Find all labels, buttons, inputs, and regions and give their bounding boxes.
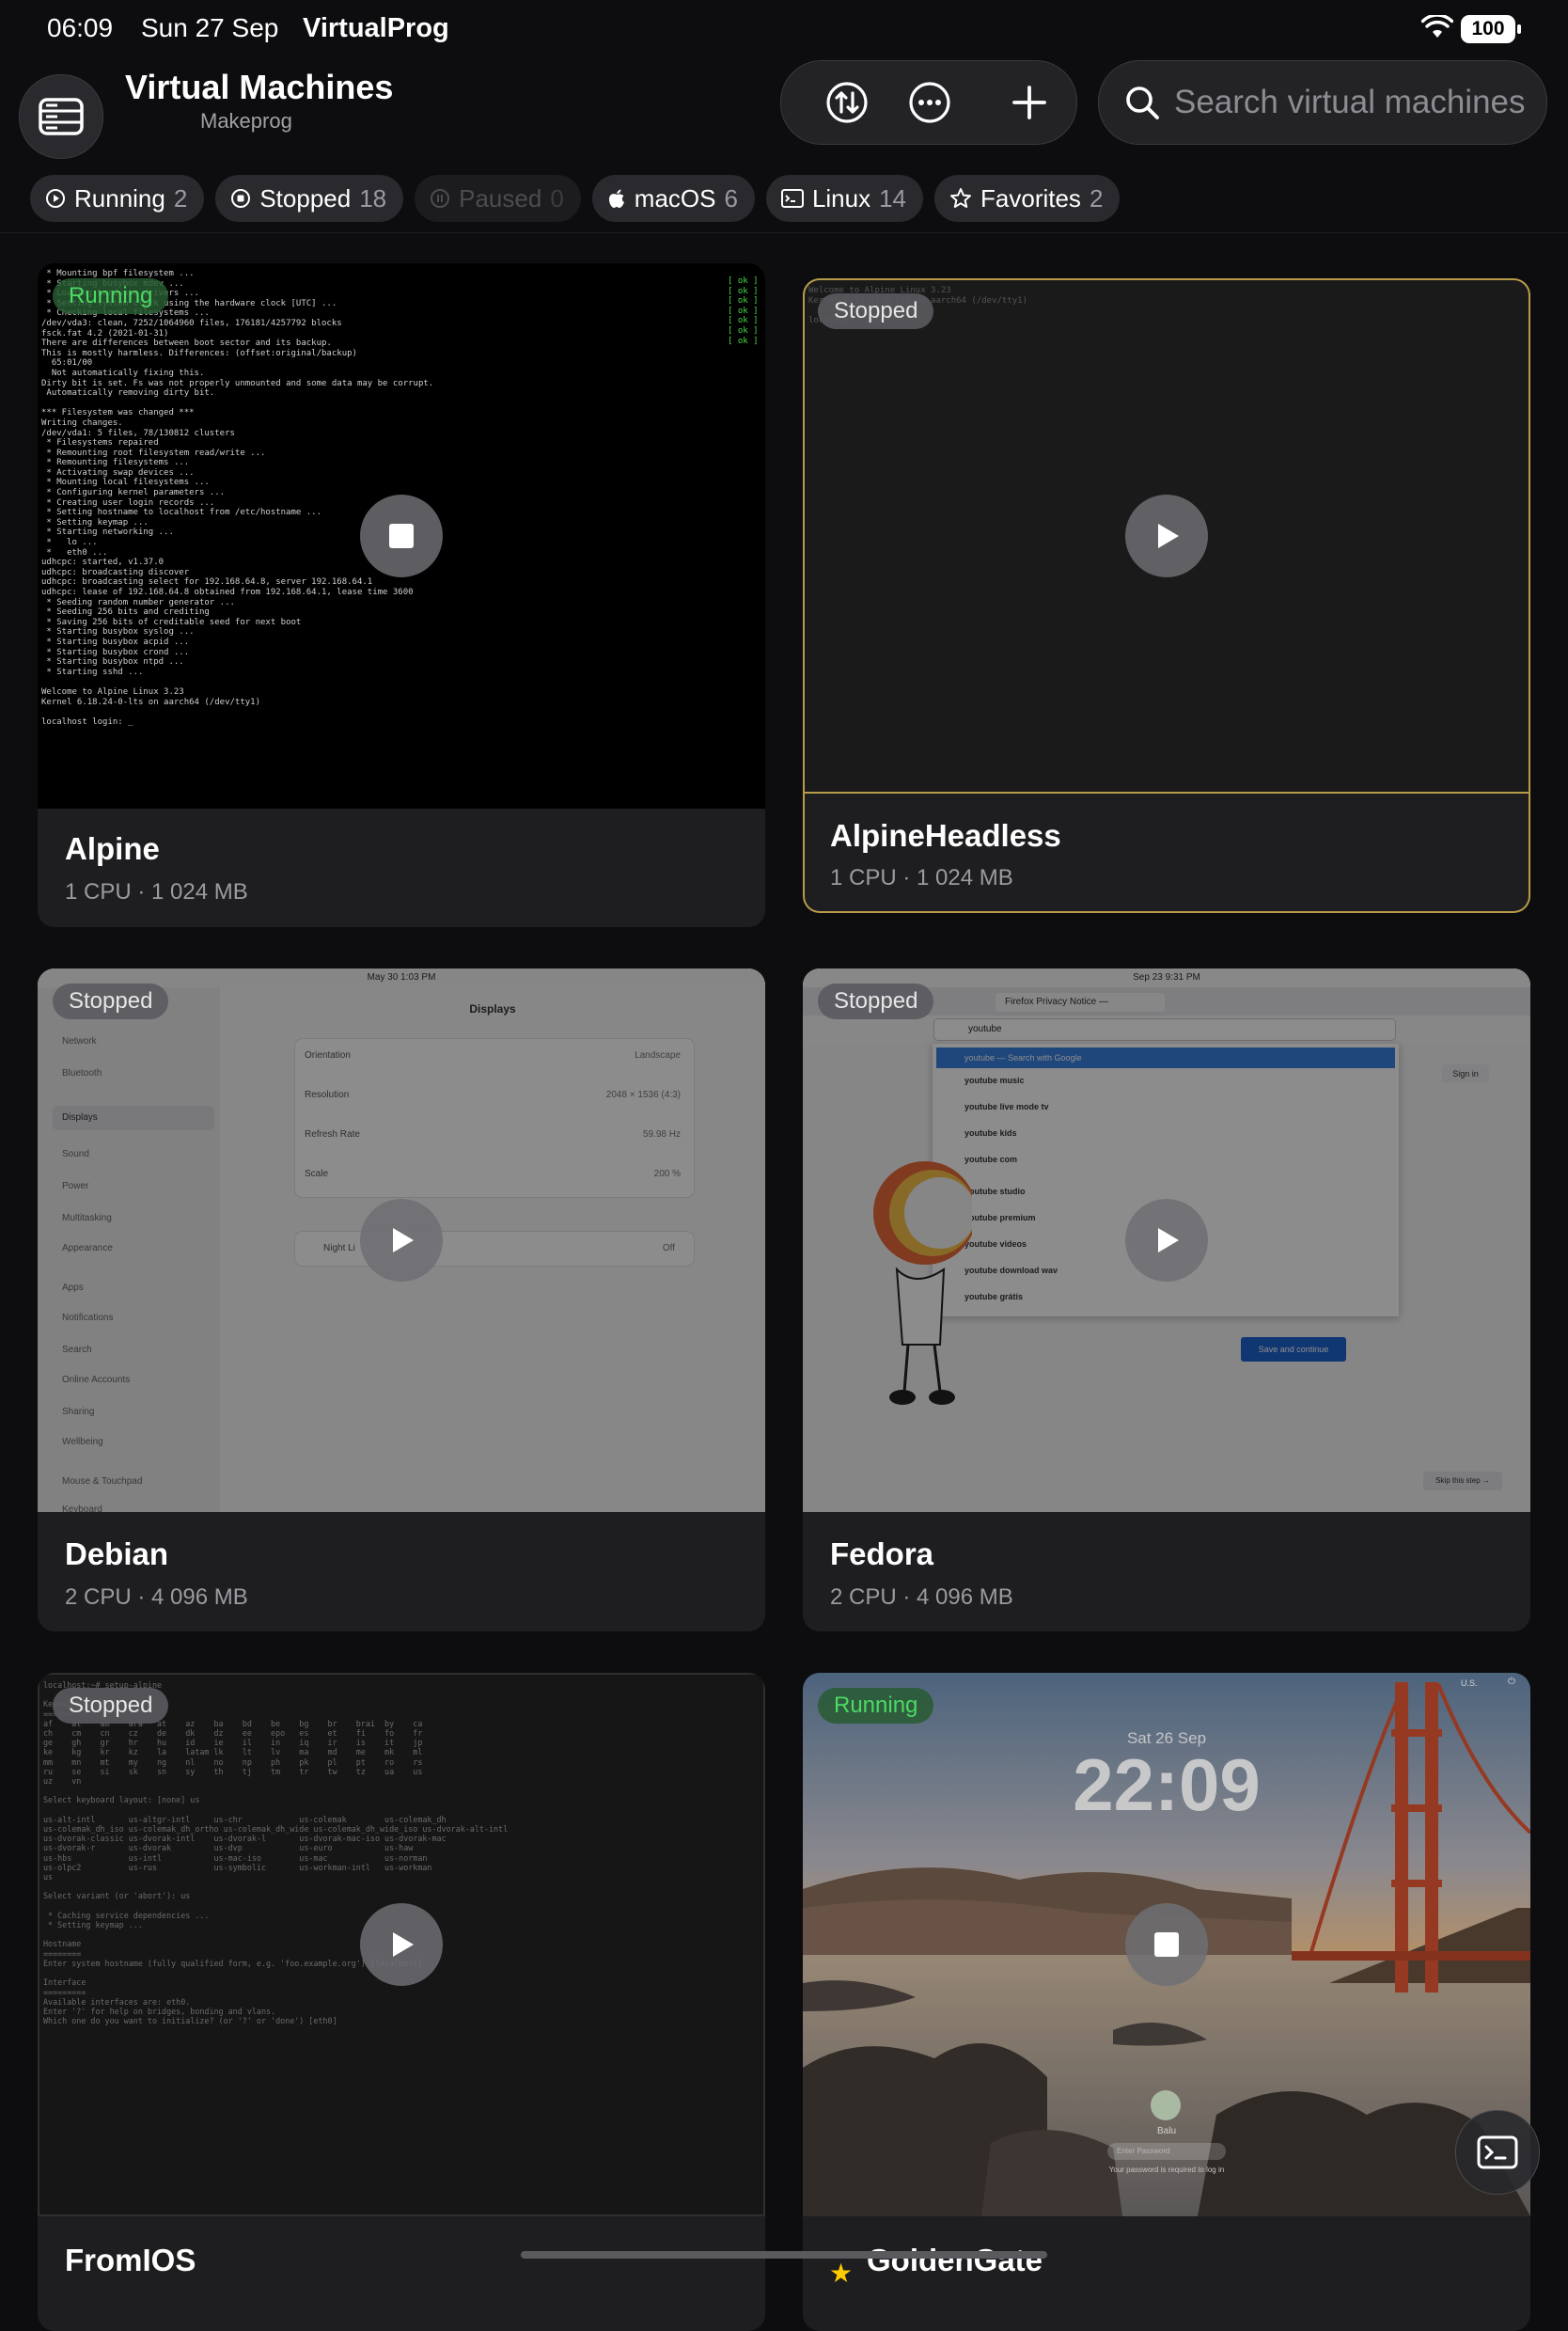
filter-linux[interactable]: Linux 14 (765, 175, 924, 222)
vm-card-alpineheadless[interactable]: Welcome to Alpine Linux 3.23 Kernel 6.18… (803, 278, 1530, 913)
play-circle-icon (45, 188, 66, 209)
ok-markers: [ ok ] [ ok ] [ ok ] [ ok ] [ ok ] [ ok … (728, 276, 759, 346)
play-icon (393, 1228, 414, 1252)
filter-count: 18 (359, 183, 387, 213)
vm-name: Alpine (65, 831, 160, 866)
status-badge: Running (818, 1688, 934, 1724)
filter-count: 2 (173, 183, 188, 213)
filter-label: Running (74, 183, 165, 213)
filter-label: Stopped (259, 183, 352, 213)
play-button[interactable] (360, 1199, 443, 1282)
play-icon (1158, 1228, 1179, 1252)
battery-icon (1517, 24, 1521, 34)
sort-arrows-icon (826, 82, 868, 123)
filter-running[interactable]: Running 2 (30, 175, 205, 222)
battery-level: 100 (1461, 15, 1515, 43)
vm-specs: 1 CPU · 1 024 MB (830, 865, 1013, 890)
terminal-window-icon (780, 189, 804, 208)
header-divider (0, 232, 1568, 233)
pause-circle-icon (430, 188, 450, 209)
plus-icon (1012, 86, 1046, 119)
stop-icon (1154, 1932, 1179, 1957)
stop-button[interactable] (1125, 1903, 1208, 1986)
vm-card-alpine[interactable]: * Mounting bpf filesystem ... * Starting… (38, 263, 765, 927)
play-button[interactable] (1125, 1199, 1208, 1282)
wifi-icon (1420, 13, 1454, 44)
sort-button[interactable] (824, 80, 870, 125)
vm-name: GoldenGate (867, 2243, 1043, 2277)
vm-specs: 1 CPU · 1 024 MB (65, 879, 248, 905)
filter-label: Favorites (980, 183, 1081, 213)
status-time: 06:09 (47, 13, 114, 42)
filter-stopped[interactable]: Stopped 18 (215, 175, 404, 222)
more-options-button[interactable] (907, 80, 952, 125)
header: Virtual Machines Makeprog (0, 60, 1568, 173)
stop-icon (389, 524, 414, 548)
favorite-star-icon: ★ (829, 2259, 854, 2288)
filter-count: 6 (724, 183, 738, 213)
status-badge: Stopped (818, 984, 934, 1019)
status-app-name: VirtualProg (303, 13, 449, 43)
page-subtitle: Makeprog (200, 109, 292, 133)
filter-favorites[interactable]: Favorites 2 (934, 175, 1121, 222)
search-input[interactable] (1172, 78, 1533, 127)
vm-name: AlpineHeadless (830, 818, 1061, 853)
play-button[interactable] (1125, 495, 1208, 577)
vm-specs: 2 CPU · 4 096 MB (65, 1584, 248, 1610)
status-date: Sun 27 Sep (141, 13, 279, 42)
search-bar[interactable] (1098, 60, 1547, 145)
filter-label: Linux (811, 183, 871, 213)
filter-paused[interactable]: Paused 0 (415, 175, 581, 222)
stop-circle-icon (230, 188, 251, 209)
play-icon (1158, 524, 1179, 548)
ellipsis-circle-icon (909, 82, 950, 123)
apple-icon (607, 188, 626, 209)
home-indicator[interactable] (521, 2251, 1047, 2259)
page-title: Virtual Machines (125, 68, 394, 106)
vm-name: Debian (65, 1536, 169, 1571)
vm-name: FromIOS (65, 2243, 196, 2277)
vm-card-fedora[interactable]: Sep 23 9:31 PM Firefox Privacy Notice — … (803, 969, 1530, 1631)
status-badge: Stopped (53, 984, 169, 1019)
status-badge: Running (53, 278, 169, 314)
play-icon (393, 1932, 414, 1957)
filter-count: 14 (879, 183, 907, 213)
stop-button[interactable] (360, 495, 443, 577)
search-icon (1123, 84, 1161, 126)
filter-label: macOS (634, 183, 716, 213)
play-button[interactable] (360, 1903, 443, 1986)
filter-bar: Running 2 Stopped 18 Paused 0 macOS 6 Linux 1… (30, 175, 1121, 222)
status-bar: 06:09 Sun 27 Sep VirtualProg 100 (0, 0, 1568, 60)
vm-card-fromios[interactable]: localhost:~# setup-alpine Keymap ====== … (38, 1673, 765, 2331)
filter-label: Paused (459, 183, 542, 213)
add-vm-button[interactable] (1007, 80, 1052, 125)
filter-count: 0 (550, 183, 564, 213)
vm-specs: 2 CPU · 4 096 MB (830, 1584, 1013, 1610)
terminal-icon (1477, 2135, 1518, 2169)
toolbar (780, 60, 1077, 145)
vm-name: Fedora (830, 1536, 934, 1571)
vm-card-debian[interactable]: May 30 1:03 PM Network Bluetooth Display… (38, 969, 765, 1631)
filter-macos[interactable]: macOS 6 (591, 175, 755, 222)
vm-card-goldengate[interactable]: Sat 26 Sep 22:09 ⏻ U.S. Balu Enter Passw… (803, 1673, 1530, 2331)
status-badge: Stopped (53, 1688, 169, 1724)
server-rack-icon (39, 98, 84, 135)
star-icon (949, 187, 972, 210)
status-badge: Stopped (818, 293, 934, 329)
sidebar-toggle-button[interactable] (19, 74, 103, 159)
filter-count: 2 (1089, 183, 1104, 213)
console-button[interactable] (1455, 2110, 1540, 2195)
